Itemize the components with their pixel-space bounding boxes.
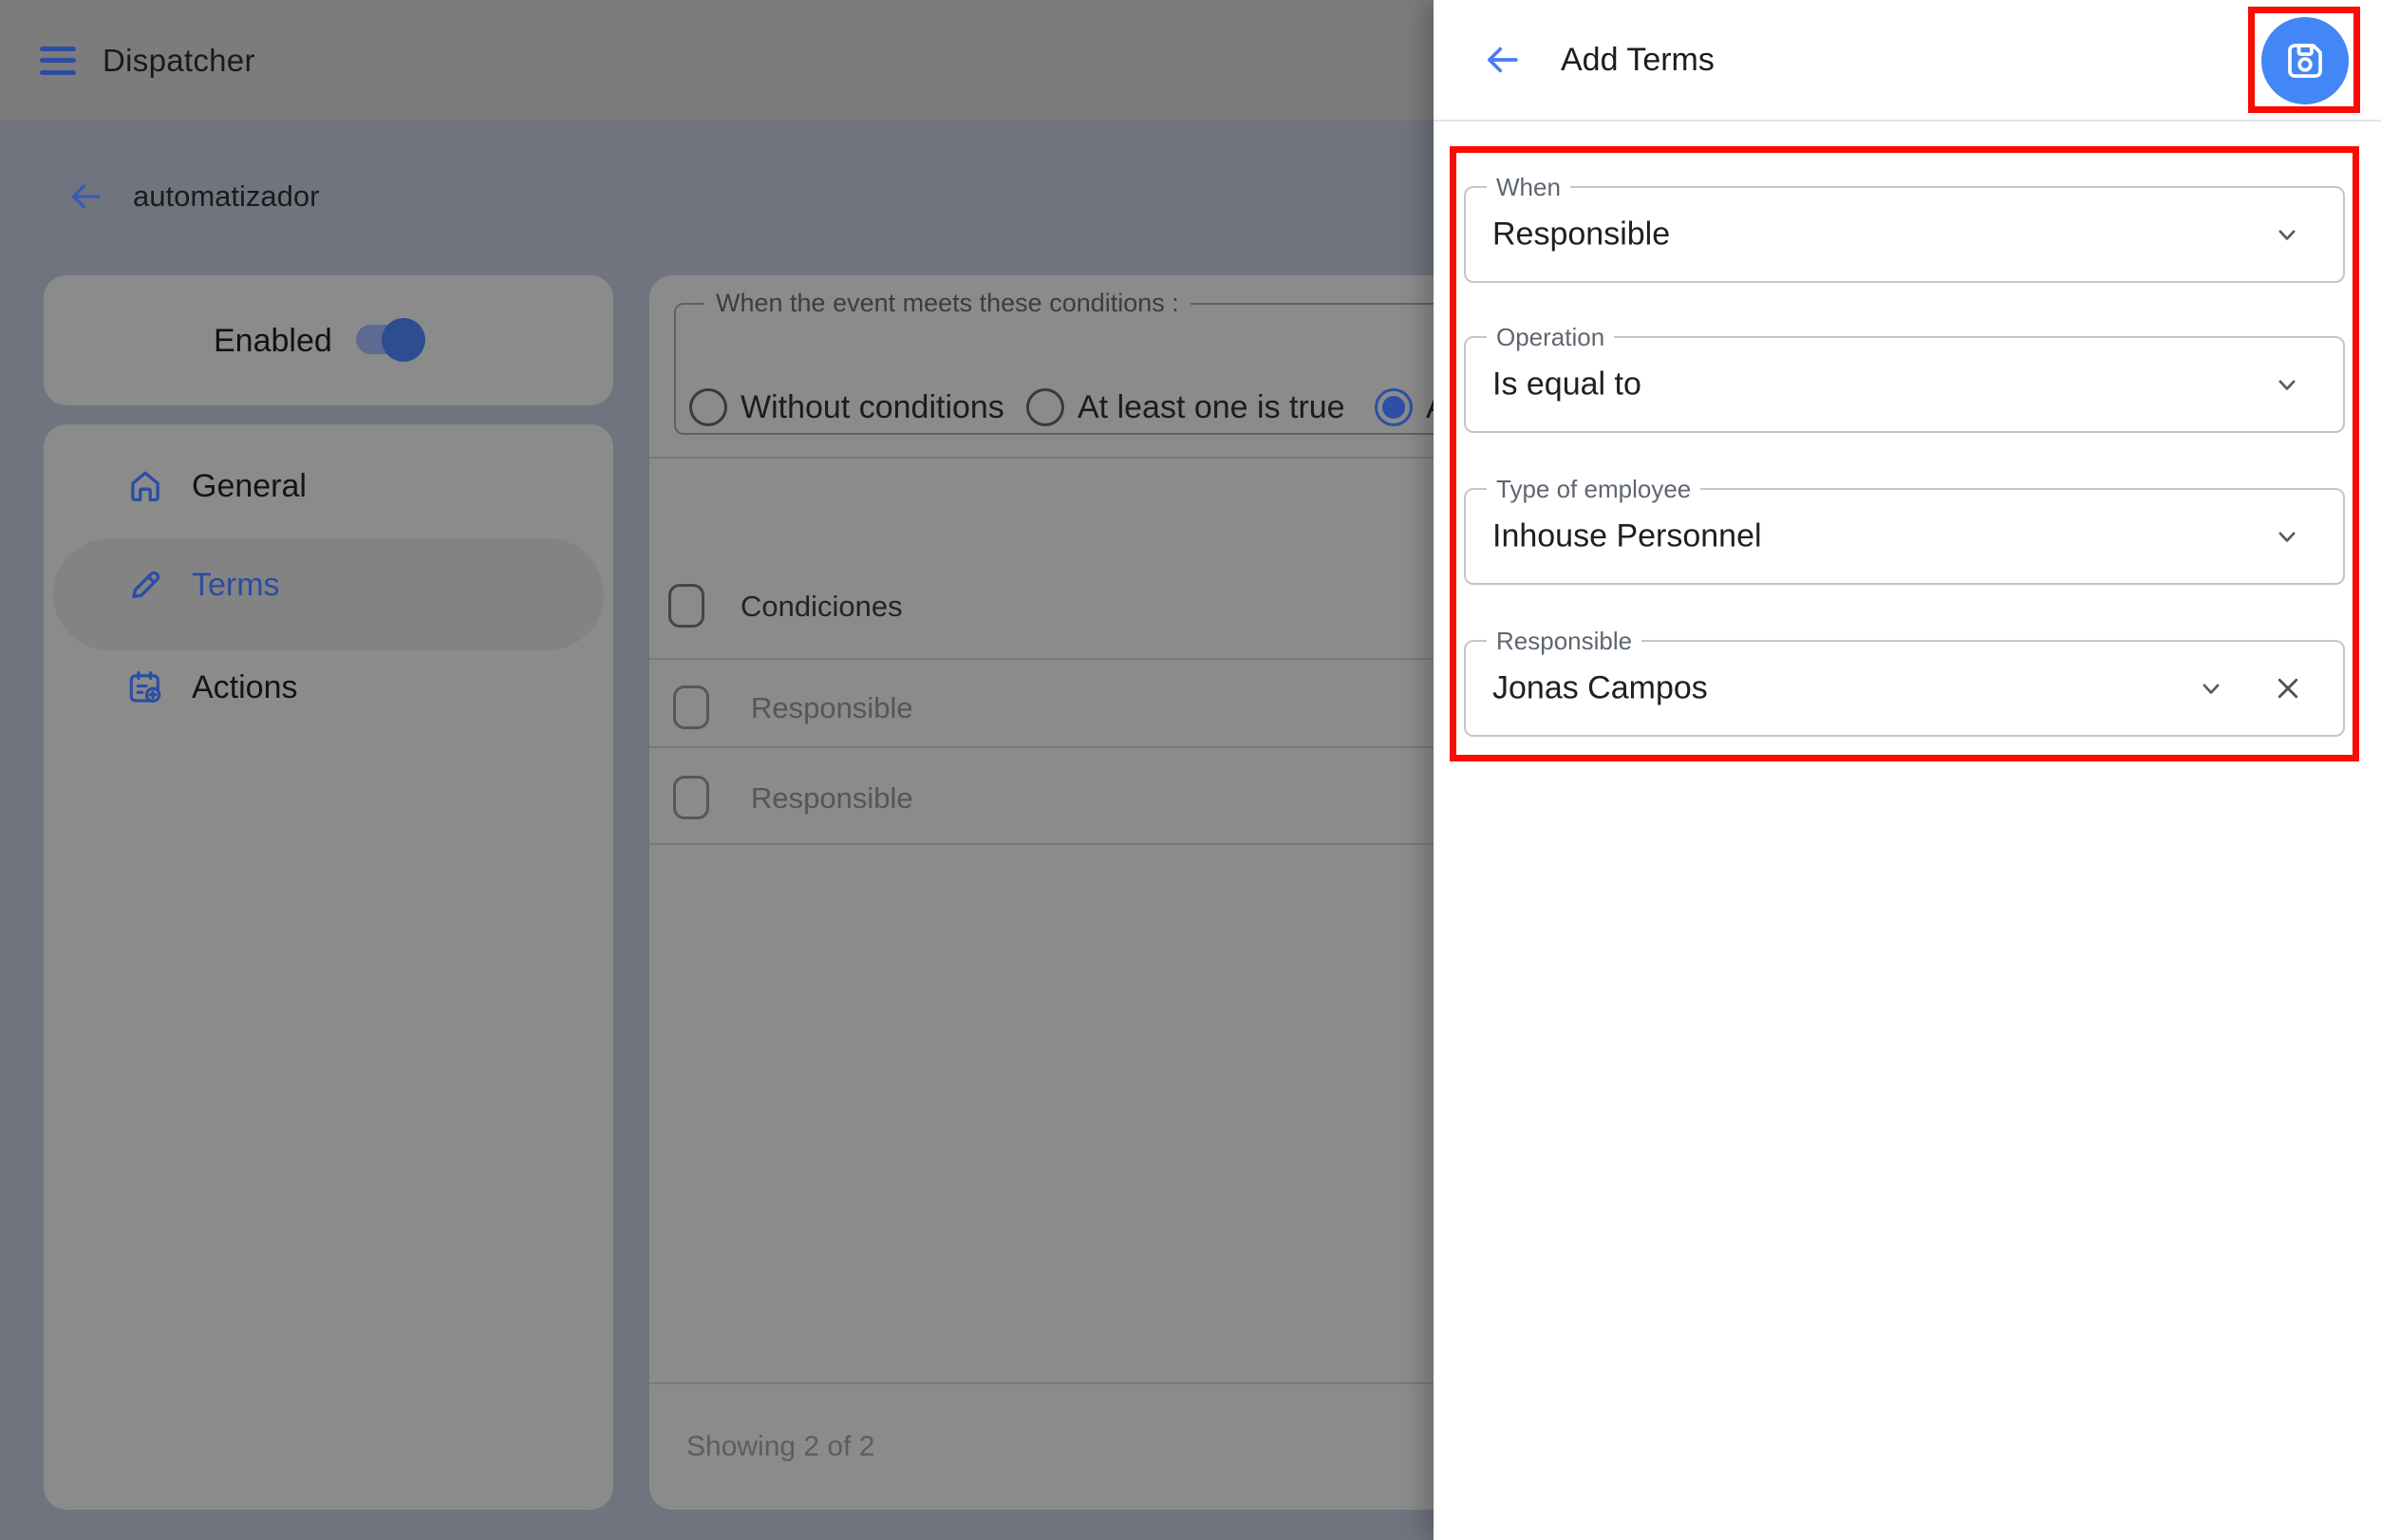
- field-value: Is equal to: [1492, 366, 1641, 404]
- screen: Dispatcher automatizador Enabled Gener: [0, 0, 2381, 1540]
- radio-icon[interactable]: [689, 388, 727, 426]
- table-row-label: Responsible: [751, 781, 913, 816]
- table-footer-count: Showing 2 of 2: [686, 1431, 874, 1463]
- field-label: Responsible: [1487, 627, 1641, 656]
- select-type-of-employee[interactable]: Type of employee Inhouse Personnel: [1464, 488, 2345, 585]
- chevron-down-icon[interactable]: [2269, 518, 2305, 554]
- field-label: Type of employee: [1487, 475, 1700, 504]
- field-value: Responsible: [1492, 216, 1670, 254]
- radio-option-without-conditions[interactable]: Without conditions: [689, 388, 1004, 426]
- divider: [649, 658, 1434, 660]
- drawer-back-arrow-icon[interactable]: [1482, 40, 1522, 80]
- radio-icon[interactable]: [1026, 388, 1064, 426]
- radio-checked-icon[interactable]: [1375, 388, 1413, 426]
- field-value: Inhouse Personnel: [1492, 518, 1762, 555]
- sidebar-item-label: Actions: [192, 669, 298, 706]
- divider: [649, 457, 1434, 459]
- save-button[interactable]: [2261, 17, 2349, 104]
- field-label: Operation: [1487, 323, 1614, 352]
- field-label: When: [1487, 173, 1570, 202]
- app-title: Dispatcher: [103, 43, 255, 79]
- sidebar-item-general[interactable]: General: [125, 463, 307, 509]
- radio-label: Without conditions: [741, 389, 1004, 426]
- app-bar: Dispatcher: [0, 0, 1434, 121]
- sidebar-nav-card: General Terms Actions: [44, 424, 613, 1510]
- row-checkbox[interactable]: [673, 776, 709, 819]
- page-title: automatizador: [133, 179, 319, 214]
- conditions-legend: When the event meets these conditions :: [704, 289, 1190, 318]
- select-when[interactable]: When Responsible: [1464, 186, 2345, 283]
- radio-label: At least one is true: [1078, 389, 1345, 426]
- drawer-header: Add Terms: [1434, 0, 2381, 120]
- radio-option-at-least-one[interactable]: At least one is true: [1026, 388, 1345, 426]
- page-title-row: automatizador: [66, 175, 319, 218]
- chevron-down-icon[interactable]: [2193, 670, 2229, 706]
- add-terms-drawer: Add Terms When Responsible Operation: [1434, 0, 2381, 1540]
- select-operation[interactable]: Operation Is equal to: [1464, 336, 2345, 433]
- pencil-icon: [125, 565, 165, 605]
- menu-icon[interactable]: [40, 47, 76, 75]
- enabled-card: Enabled: [44, 275, 613, 405]
- drawer-title: Add Terms: [1561, 42, 1715, 79]
- enabled-toggle[interactable]: [356, 317, 470, 363]
- select-responsible[interactable]: Responsible Jonas Campos: [1464, 640, 2345, 737]
- conditions-fieldset: When the event meets these conditions : …: [674, 289, 1434, 435]
- sidebar-item-label: Terms: [192, 567, 280, 604]
- clear-icon[interactable]: [2268, 668, 2308, 708]
- divider: [649, 1382, 1434, 1384]
- chevron-down-icon[interactable]: [2269, 216, 2305, 253]
- toggle-thumb: [382, 318, 425, 362]
- sidebar-item-terms[interactable]: Terms: [125, 562, 280, 608]
- divider: [1434, 120, 2381, 122]
- radio-option-all-true[interactable]: A: [1375, 388, 1434, 426]
- sidebar-item-label: General: [192, 468, 307, 505]
- floppy-disk-icon: [2280, 36, 2330, 85]
- field-value: Jonas Campos: [1492, 670, 1708, 707]
- row-checkbox[interactable]: [673, 685, 709, 729]
- back-arrow-icon[interactable]: [66, 178, 104, 216]
- select-all-checkbox[interactable]: [668, 584, 704, 628]
- conditions-card: When the event meets these conditions : …: [649, 275, 1434, 1510]
- column-header: Condiciones: [741, 590, 903, 624]
- chevron-down-icon[interactable]: [2269, 366, 2305, 403]
- divider: [649, 746, 1434, 748]
- divider: [649, 843, 1434, 845]
- dimmed-background: Dispatcher automatizador Enabled Gener: [0, 0, 1434, 1540]
- calendar-plus-icon: [125, 667, 165, 707]
- sidebar-item-actions[interactable]: Actions: [125, 665, 298, 710]
- radio-label: A: [1426, 389, 1434, 426]
- table-row-label: Responsible: [751, 691, 913, 725]
- enabled-label: Enabled: [214, 323, 332, 360]
- home-icon: [125, 466, 165, 506]
